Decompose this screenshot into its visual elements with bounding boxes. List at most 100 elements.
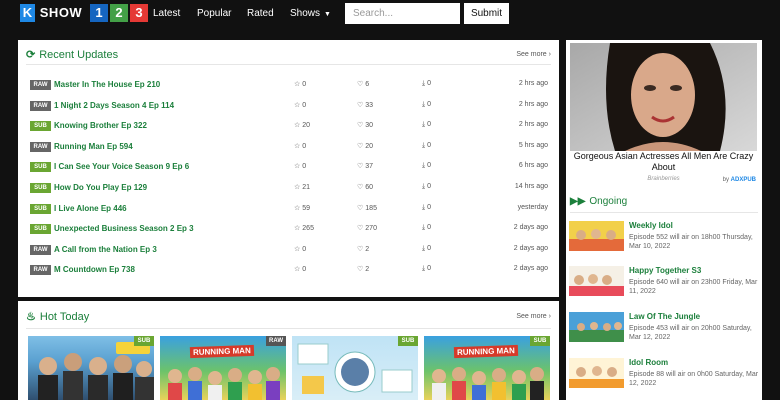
downloads-count: 0 [427, 100, 432, 108]
episode-title-link[interactable]: 1 Night 2 Days Season 4 Ep 114 [54, 101, 174, 110]
recent-row[interactable]: SUB I Live Alone Ep 446 ☆ 59 ♡ 185 ⤓ 0 yesterday [30, 202, 550, 216]
type-badge: SUB [30, 224, 51, 235]
ad-by-label: by [722, 177, 729, 183]
download-icon: ⤓ [422, 224, 426, 232]
episode-title-link[interactable]: Running Man Ep 594 [54, 142, 133, 151]
download-icon: ⤓ [422, 203, 426, 211]
recent-row[interactable]: RAW Master In The House Ep 210 ☆ 0 ♡ 6 ⤓ 0 2 hrs… [30, 78, 550, 92]
nav-popular[interactable]: Popular [197, 0, 231, 27]
hot-see-more-link[interactable]: See more › [516, 313, 551, 320]
downloads-count: 0 [427, 265, 432, 273]
type-badge: RAW [30, 141, 51, 152]
type-badge: SUB [30, 203, 51, 214]
recent-row[interactable]: SUB Knowing Brother Ep 322 ☆ 20 ♡ 30 ⤓ 0 2 hrs a… [30, 119, 550, 133]
downloads-count: 0 [427, 80, 432, 87]
type-badge: RAW [30, 265, 51, 276]
recent-row[interactable]: RAW Running Man Ep 594 ☆ 0 ♡ 20 ⤓ 0 5 hrs ago [30, 140, 550, 154]
recent-row[interactable]: SUB Unexpected Business Season 2 Ep 3 ☆ 265… [30, 222, 550, 236]
hot-today-title: Hot Today [39, 311, 90, 323]
hot-thumb-3[interactable]: SUB [292, 336, 418, 400]
time-ago: yesterday [517, 203, 548, 211]
ongoing-thumb [569, 266, 624, 296]
rating-stat: ☆ 59 [294, 204, 310, 212]
episode-title-link[interactable]: I Live Alone Ep 446 [54, 204, 127, 213]
type-badge: SUB [30, 162, 51, 173]
rating-count: 0 [302, 245, 307, 253]
ongoing-schedule: Episode 88 will air on 0h00 Saturday, Ma… [629, 371, 759, 387]
likes-count: 20 [365, 142, 374, 150]
star-icon: ☆ [294, 266, 301, 274]
search-input[interactable] [345, 3, 460, 24]
nav-rated[interactable]: Rated [247, 0, 274, 27]
ongoing-item[interactable]: Law Of The Jungle Episode 453 will air o… [569, 312, 759, 352]
downloads-stat: ⤓ 0 [422, 183, 431, 191]
ongoing-item[interactable]: Happy Together S3 Episode 640 will air o… [569, 266, 759, 306]
time-ago: 2 days ago [513, 244, 548, 252]
thumbs-up-icon: ♡ [357, 225, 364, 233]
hot-thumb-1[interactable]: SUB [28, 336, 154, 400]
see-more-label: See more [516, 313, 547, 320]
time-ago: 2 days ago [513, 265, 548, 273]
thumbs-up-icon: ♡ [357, 245, 364, 253]
likes-count: 37 [365, 163, 374, 171]
divider [26, 328, 551, 329]
hot-thumb-4[interactable]: RUNNING MAN SUB [424, 336, 550, 400]
star-icon: ☆ [294, 163, 301, 171]
nav-latest[interactable]: Latest [153, 0, 180, 27]
time-ago: 2 hrs ago [518, 100, 548, 108]
episode-title-link[interactable]: How Do You Play Ep 129 [54, 183, 147, 192]
episode-title-link[interactable]: I Can See Your Voice Season 9 Ep 6 [54, 162, 189, 171]
episode-title-link[interactable]: M Countdown Ep 738 [54, 265, 135, 274]
episode-title-link[interactable]: A Call from the Nation Ep 3 [54, 245, 157, 254]
refresh-icon: ⟳ [26, 49, 36, 61]
type-badge: SUB [30, 121, 51, 132]
thumbs-up-icon: ♡ [357, 266, 364, 274]
episode-title-link[interactable]: Master In The House Ep 210 [54, 80, 160, 89]
likes-stat: ♡ 6 [357, 80, 369, 88]
downloads-stat: ⤓ 0 [422, 224, 431, 232]
thumbs-up-icon: ♡ [357, 101, 364, 109]
logo-1: 1 [90, 4, 108, 22]
rating-count: 20 [302, 122, 311, 130]
episode-title-link[interactable]: Unexpected Business Season 2 Ep 3 [54, 224, 194, 233]
likes-stat: ♡ 20 [357, 142, 373, 150]
thumb-art-text: RUNNING MAN [189, 344, 254, 359]
likes-stat: ♡ 2 [357, 245, 369, 253]
ad-brand: ADXPUB [730, 177, 756, 183]
ad-portrait-image [570, 43, 757, 151]
recent-see-more-link[interactable]: See more › [516, 51, 551, 58]
type-badge: RAW [30, 80, 51, 90]
ad-attribution[interactable]: by ADXPUB [723, 177, 756, 183]
recent-row[interactable]: RAW A Call from the Nation Ep 3 ☆ 0 ♡ 2 ⤓ 0 2 da… [30, 243, 550, 257]
nav-shows-dropdown[interactable]: Shows ▼ [290, 0, 331, 27]
thumbs-up-icon: ♡ [357, 204, 364, 212]
thumbs-up-icon: ♡ [357, 142, 364, 150]
site-logo[interactable]: K SHOW 1 2 3 [20, 4, 148, 22]
ad-headline[interactable]: Gorgeous Asian Actresses All Men Are Cra… [570, 151, 757, 173]
episode-title-link[interactable]: Knowing Brother Ep 322 [54, 121, 147, 130]
star-icon: ☆ [294, 142, 301, 150]
time-ago: 14 hrs ago [514, 183, 548, 190]
recent-row[interactable]: RAW M Countdown Ep 738 ☆ 0 ♡ 2 ⤓ 0 2 days ago [30, 263, 550, 277]
divider [26, 64, 551, 65]
rating-stat: ☆ 0 [294, 80, 306, 88]
submit-button[interactable]: Submit [464, 3, 509, 24]
likes-stat: ♡ 2 [357, 265, 369, 273]
hot-thumb-2[interactable]: RUNNING MAN RAW [160, 336, 286, 400]
rating-count: 0 [302, 163, 307, 171]
rating-stat: ☆ 0 [294, 142, 306, 150]
recent-row[interactable]: SUB I Can See Your Voice Season 9 Ep 6 ☆ 0 ♡… [30, 160, 550, 174]
see-more-label: See more [516, 51, 547, 58]
download-icon: ⤓ [422, 100, 426, 108]
thumb-art-text: RUNNING MAN [453, 344, 518, 359]
recent-row[interactable]: RAW 1 Night 2 Days Season 4 Ep 114 ☆ 0 ♡ 33 ⤓ 0… [30, 99, 550, 113]
nav-shows-label: Shows [290, 8, 321, 19]
ongoing-item[interactable]: Weekly Idol Episode 552 will air on 18h0… [569, 221, 759, 261]
ad-image[interactable] [570, 43, 757, 151]
downloads-count: 0 [427, 203, 432, 211]
thumb-badge: SUB [134, 336, 154, 346]
likes-count: 270 [365, 225, 377, 233]
recent-row[interactable]: SUB How Do You Play Ep 129 ☆ 21 ♡ 60 ⤓ 0 14 hrs … [30, 181, 550, 195]
ongoing-item[interactable]: Idol Room Episode 88 will air on 0h00 Sa… [569, 358, 759, 398]
download-icon: ⤓ [422, 162, 426, 170]
